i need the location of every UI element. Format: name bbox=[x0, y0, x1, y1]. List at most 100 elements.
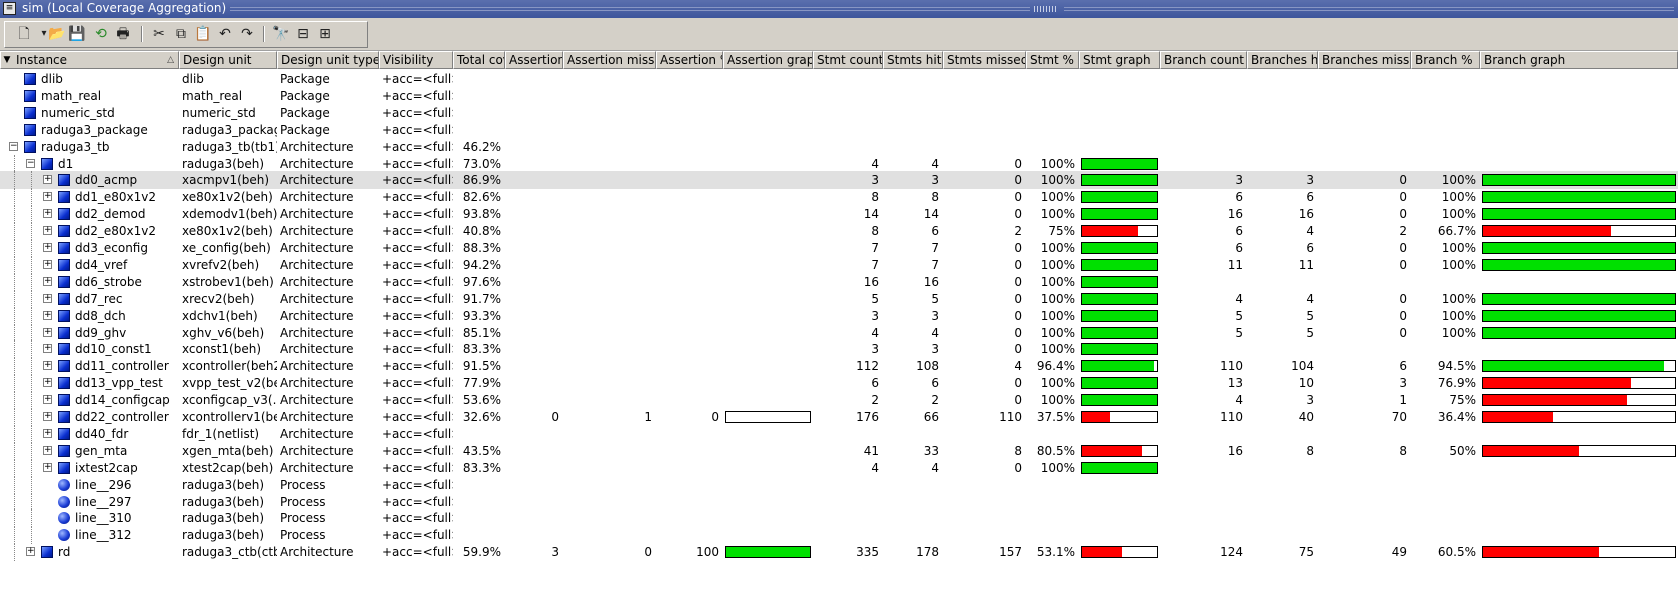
instance-name[interactable]: raduga3_tb bbox=[41, 138, 109, 156]
instance-name[interactable]: line__310 bbox=[75, 509, 132, 527]
table-row[interactable]: + dd22_controller xcontrollerv1(beh)Archit… bbox=[0, 408, 1678, 426]
expand-icon[interactable]: + bbox=[43, 361, 52, 371]
table-row[interactable]: line__312 raduga3(beh) Process +acc=<full> bbox=[0, 526, 1678, 545]
new-file-icon[interactable]: 🗋 bbox=[14, 24, 34, 44]
title-bar[interactable]: ≡ sim (Local Coverage Aggregation) bbox=[0, 0, 1678, 18]
table-row[interactable]: − raduga3_tb raduga3_tb(tb1) Architecture +a… bbox=[0, 138, 1678, 156]
table-row[interactable]: + dd8_dch xdchv1(beh) Architecture +acc=<ful… bbox=[0, 306, 1678, 325]
table-row[interactable]: + dd4_vref xvrefv2(beh) Architecture +acc=<f… bbox=[0, 255, 1678, 274]
table-row[interactable]: + dd10_const1 xconst1(beh) Architecture +acc… bbox=[0, 340, 1678, 359]
collapse-icon[interactable]: − bbox=[26, 158, 35, 168]
expand-icon[interactable]: + bbox=[43, 344, 52, 354]
table-row[interactable]: + ixtest2cap xtest2cap(beh) Architecture +ac… bbox=[0, 458, 1678, 477]
redo-icon[interactable]: ↷ bbox=[237, 24, 257, 44]
instance-name[interactable]: dd14_configcap bbox=[75, 391, 170, 409]
expand-icon[interactable]: + bbox=[43, 412, 52, 421]
expand-icon[interactable]: + bbox=[43, 462, 52, 472]
table-row[interactable]: + dd11_controller xcontroller(beh2) Archite… bbox=[0, 357, 1678, 376]
column-header-sm[interactable]: Stmts missed bbox=[943, 51, 1026, 69]
cut-icon[interactable]: ✂ bbox=[149, 24, 169, 44]
table-row[interactable]: + dd1_e80x1v2 xe80x1v2(beh) Architecture +ac… bbox=[0, 188, 1678, 207]
table-row[interactable]: + dd2_demod xdemodv1(beh) Architecture +acc=… bbox=[0, 205, 1678, 224]
column-header-vis[interactable]: Visibility bbox=[379, 51, 453, 69]
drag-grip-icon[interactable] bbox=[1034, 6, 1058, 12]
table-row[interactable]: line__310 raduga3(beh) Process +acc=<full> bbox=[0, 509, 1678, 528]
open-folder-icon[interactable]: 📂 bbox=[47, 24, 67, 44]
column-header-du[interactable]: Design unit bbox=[179, 51, 277, 69]
expand-icon[interactable]: + bbox=[43, 445, 52, 455]
column-header-ah[interactable]: Assertion h bbox=[505, 51, 563, 69]
column-header-ap[interactable]: Assertion % bbox=[656, 51, 723, 69]
table-row[interactable]: + dd3_econfig xe_config(beh) Architecture +a… bbox=[0, 239, 1678, 257]
instance-name[interactable]: dd2_e80x1v2 bbox=[75, 222, 156, 240]
instance-name[interactable]: dd0_acmp bbox=[75, 171, 137, 189]
instance-name[interactable]: dlib bbox=[41, 70, 63, 88]
table-row[interactable]: + rd raduga3_ctb(ctb) Architecture +acc=<ful… bbox=[0, 543, 1678, 562]
table-row[interactable]: math_real math_real Package +acc=<full> bbox=[0, 87, 1678, 105]
expand-icon[interactable]: + bbox=[43, 428, 52, 438]
column-header-bm[interactable]: Branches missed bbox=[1318, 51, 1411, 69]
expand-icon[interactable]: + bbox=[43, 192, 52, 202]
instance-name[interactable]: line__297 bbox=[75, 493, 132, 511]
reload-icon[interactable]: ⟲ bbox=[91, 24, 111, 44]
expand-tree-icon[interactable]: ⊞ bbox=[315, 24, 335, 44]
instance-name[interactable]: dd6_strobe bbox=[75, 273, 142, 291]
column-header-sp[interactable]: Stmt % bbox=[1026, 51, 1079, 69]
expand-icon[interactable]: + bbox=[43, 243, 52, 252]
expand-icon[interactable]: + bbox=[43, 209, 52, 219]
collapse-icon[interactable]: − bbox=[9, 141, 18, 151]
table-row[interactable]: + dd9_ghv xghv_v6(beh) Architecture +acc=<fu… bbox=[0, 323, 1678, 342]
instance-name[interactable]: numeric_std bbox=[41, 104, 115, 122]
column-header-bp[interactable]: Branch % bbox=[1411, 51, 1480, 69]
paste-icon[interactable]: 📋 bbox=[193, 24, 213, 44]
table-row[interactable]: raduga3_packageraduga3_packagePackage+ac… bbox=[0, 121, 1678, 139]
instance-name[interactable]: gen_mta bbox=[75, 442, 127, 460]
table-row[interactable]: numeric_std numeric_std Package +acc=<full> bbox=[0, 104, 1678, 122]
expand-icon[interactable]: + bbox=[43, 378, 52, 388]
table-row[interactable]: + dd6_strobe xstrobev1(beh) Architecture +ac… bbox=[0, 272, 1678, 291]
table-row[interactable]: line__297 raduga3(beh) Process +acc=<full> bbox=[0, 492, 1678, 511]
instance-name[interactable]: dd10_const1 bbox=[75, 340, 152, 358]
table-row[interactable]: + dd13_vpp_test xvpp_test_v2(be...Architec… bbox=[0, 374, 1678, 393]
table-row[interactable]: dlib dlib Package +acc=<full> bbox=[0, 70, 1678, 88]
column-header-sh[interactable]: Stmts hit bbox=[883, 51, 943, 69]
expand-icon[interactable]: + bbox=[43, 327, 52, 337]
table-row[interactable]: + gen_mta xgen_mta(beh) Architecture +acc=<f… bbox=[0, 441, 1678, 460]
instance-name[interactable]: dd9_ghv bbox=[75, 324, 126, 342]
expand-icon[interactable]: + bbox=[43, 310, 52, 320]
instance-name[interactable]: dd22_controller bbox=[75, 408, 169, 426]
instance-name[interactable]: dd4_vref bbox=[75, 256, 127, 274]
instance-name[interactable]: dd3_econfig bbox=[75, 239, 148, 257]
instance-name[interactable]: dd13_vpp_test bbox=[75, 374, 163, 392]
instance-name[interactable]: line__312 bbox=[75, 526, 132, 544]
column-menu-icon[interactable]: ▼ bbox=[0, 51, 14, 69]
expand-icon[interactable]: + bbox=[43, 175, 52, 185]
column-header-sc[interactable]: Stmt count bbox=[813, 51, 883, 69]
table-row[interactable]: line__296 raduga3(beh) Process +acc=<full> bbox=[0, 475, 1678, 494]
copy-icon[interactable]: ⧉ bbox=[171, 24, 191, 44]
expand-icon[interactable]: + bbox=[43, 259, 52, 269]
instance-name[interactable]: raduga3_package bbox=[41, 121, 148, 139]
instance-name[interactable]: line__296 bbox=[75, 476, 132, 494]
coverage-table[interactable]: ▼ Instance △ Design unit Design unit type Vi… bbox=[0, 51, 1678, 600]
column-header-total[interactable]: Total cov bbox=[453, 51, 505, 69]
print-icon[interactable]: 🖶 bbox=[113, 24, 133, 44]
expand-icon[interactable]: + bbox=[43, 276, 52, 286]
expand-icon[interactable]: + bbox=[26, 547, 35, 557]
column-header-type[interactable]: Design unit type bbox=[277, 51, 379, 69]
expand-icon[interactable]: + bbox=[43, 395, 52, 405]
instance-name[interactable]: dd1_e80x1v2 bbox=[75, 188, 156, 206]
column-header-bc[interactable]: Branch count bbox=[1160, 51, 1247, 69]
column-header-bg[interactable]: Branch graph bbox=[1480, 51, 1678, 69]
instance-name[interactable]: dd11_controller bbox=[75, 357, 169, 375]
expand-icon[interactable]: + bbox=[43, 226, 52, 236]
undo-icon[interactable]: ↶ bbox=[215, 24, 235, 44]
table-row[interactable]: − d1 raduga3(beh) Architecture +acc=<full> 73… bbox=[0, 154, 1678, 173]
column-header-ag[interactable]: Assertion graph bbox=[723, 51, 813, 69]
instance-name[interactable]: dd40_fdr bbox=[75, 425, 128, 443]
table-row[interactable]: + dd2_e80x1v2 xe80x1v2(beh) Architecture +ac… bbox=[0, 222, 1678, 241]
collapse-tree-icon[interactable]: ⊟ bbox=[293, 24, 313, 44]
column-header-instance[interactable]: Instance △ bbox=[0, 51, 179, 69]
instance-name[interactable]: dd7_rec bbox=[75, 290, 123, 308]
instance-name[interactable]: dd8_dch bbox=[75, 307, 126, 325]
